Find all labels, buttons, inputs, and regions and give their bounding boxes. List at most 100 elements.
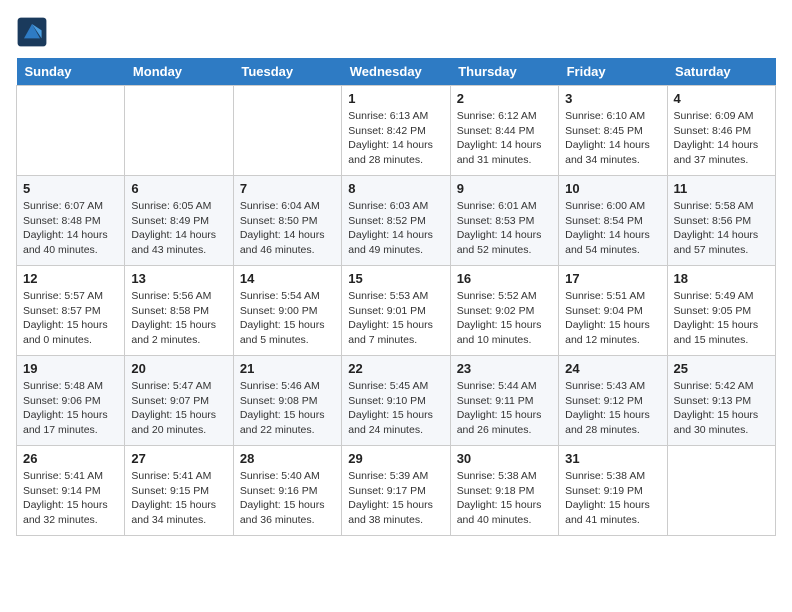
day-number: 22 xyxy=(348,361,443,376)
day-header-monday: Monday xyxy=(125,58,233,86)
day-header-sunday: Sunday xyxy=(17,58,125,86)
day-number: 4 xyxy=(674,91,769,106)
calendar-cell: 6 Sunrise: 6:05 AMSunset: 8:49 PMDaylight… xyxy=(125,176,233,266)
calendar-cell: 16 Sunrise: 5:52 AMSunset: 9:02 PMDayligh… xyxy=(450,266,558,356)
day-number: 2 xyxy=(457,91,552,106)
logo-icon xyxy=(16,16,48,48)
day-header-friday: Friday xyxy=(559,58,667,86)
day-info: Sunrise: 5:52 AMSunset: 9:02 PMDaylight:… xyxy=(457,289,552,348)
day-number: 6 xyxy=(131,181,226,196)
day-info: Sunrise: 6:03 AMSunset: 8:52 PMDaylight:… xyxy=(348,199,443,258)
logo xyxy=(16,16,52,48)
calendar-week-2: 5 Sunrise: 6:07 AMSunset: 8:48 PMDaylight… xyxy=(17,176,776,266)
day-info: Sunrise: 5:48 AMSunset: 9:06 PMDaylight:… xyxy=(23,379,118,438)
calendar-cell: 10 Sunrise: 6:00 AMSunset: 8:54 PMDayligh… xyxy=(559,176,667,266)
day-info: Sunrise: 5:38 AMSunset: 9:18 PMDaylight:… xyxy=(457,469,552,528)
day-number: 5 xyxy=(23,181,118,196)
day-number: 18 xyxy=(674,271,769,286)
day-number: 11 xyxy=(674,181,769,196)
day-header-thursday: Thursday xyxy=(450,58,558,86)
calendar-cell: 15 Sunrise: 5:53 AMSunset: 9:01 PMDayligh… xyxy=(342,266,450,356)
day-number: 14 xyxy=(240,271,335,286)
day-info: Sunrise: 5:56 AMSunset: 8:58 PMDaylight:… xyxy=(131,289,226,348)
page-header xyxy=(16,16,776,48)
day-number: 10 xyxy=(565,181,660,196)
calendar-cell: 1Sunrise: 6:13 AMSunset: 8:42 PMDaylight… xyxy=(342,86,450,176)
day-info: Sunrise: 5:44 AMSunset: 9:11 PMDaylight:… xyxy=(457,379,552,438)
day-number: 15 xyxy=(348,271,443,286)
day-info: Sunrise: 6:05 AMSunset: 8:49 PMDaylight:… xyxy=(131,199,226,258)
day-info: Sunrise: 6:01 AMSunset: 8:53 PMDaylight:… xyxy=(457,199,552,258)
day-number: 28 xyxy=(240,451,335,466)
day-info: Sunrise: 5:54 AMSunset: 9:00 PMDaylight:… xyxy=(240,289,335,348)
day-header-wednesday: Wednesday xyxy=(342,58,450,86)
calendar-cell: 14 Sunrise: 5:54 AMSunset: 9:00 PMDayligh… xyxy=(233,266,341,356)
calendar-week-3: 12 Sunrise: 5:57 AMSunset: 8:57 PMDayligh… xyxy=(17,266,776,356)
day-header-tuesday: Tuesday xyxy=(233,58,341,86)
day-info: Sunrise: 5:47 AMSunset: 9:07 PMDaylight:… xyxy=(131,379,226,438)
day-info: Sunrise: 5:57 AMSunset: 8:57 PMDaylight:… xyxy=(23,289,118,348)
calendar-cell xyxy=(125,86,233,176)
day-info: Sunrise: 5:53 AMSunset: 9:01 PMDaylight:… xyxy=(348,289,443,348)
calendar-cell: 5 Sunrise: 6:07 AMSunset: 8:48 PMDaylight… xyxy=(17,176,125,266)
calendar-cell: 9 Sunrise: 6:01 AMSunset: 8:53 PMDaylight… xyxy=(450,176,558,266)
day-info: Sunrise: 5:41 AMSunset: 9:14 PMDaylight:… xyxy=(23,469,118,528)
day-number: 26 xyxy=(23,451,118,466)
day-number: 7 xyxy=(240,181,335,196)
calendar-cell: 31 Sunrise: 5:38 AMSunset: 9:19 PMDayligh… xyxy=(559,446,667,536)
calendar-cell: 23 Sunrise: 5:44 AMSunset: 9:11 PMDayligh… xyxy=(450,356,558,446)
calendar-cell: 4 Sunrise: 6:09 AMSunset: 8:46 PMDaylight… xyxy=(667,86,775,176)
day-info: Sunrise: 6:00 AMSunset: 8:54 PMDaylight:… xyxy=(565,199,660,258)
calendar-cell: 25 Sunrise: 5:42 AMSunset: 9:13 PMDayligh… xyxy=(667,356,775,446)
calendar-cell: 21 Sunrise: 5:46 AMSunset: 9:08 PMDayligh… xyxy=(233,356,341,446)
day-number: 9 xyxy=(457,181,552,196)
day-number: 31 xyxy=(565,451,660,466)
calendar-week-5: 26 Sunrise: 5:41 AMSunset: 9:14 PMDayligh… xyxy=(17,446,776,536)
calendar-cell: 11 Sunrise: 5:58 AMSunset: 8:56 PMDayligh… xyxy=(667,176,775,266)
day-number: 30 xyxy=(457,451,552,466)
day-number: 16 xyxy=(457,271,552,286)
day-info: Sunrise: 5:39 AMSunset: 9:17 PMDaylight:… xyxy=(348,469,443,528)
calendar-cell: 29 Sunrise: 5:39 AMSunset: 9:17 PMDayligh… xyxy=(342,446,450,536)
calendar-cell: 20 Sunrise: 5:47 AMSunset: 9:07 PMDayligh… xyxy=(125,356,233,446)
day-info: Sunrise: 6:10 AMSunset: 8:45 PMDaylight:… xyxy=(565,109,660,168)
day-info: Sunrise: 5:45 AMSunset: 9:10 PMDaylight:… xyxy=(348,379,443,438)
calendar-cell: 26 Sunrise: 5:41 AMSunset: 9:14 PMDayligh… xyxy=(17,446,125,536)
day-info: Sunrise: 5:40 AMSunset: 9:16 PMDaylight:… xyxy=(240,469,335,528)
day-number: 12 xyxy=(23,271,118,286)
calendar-cell: 28 Sunrise: 5:40 AMSunset: 9:16 PMDayligh… xyxy=(233,446,341,536)
day-number: 29 xyxy=(348,451,443,466)
day-number: 25 xyxy=(674,361,769,376)
calendar-table: SundayMondayTuesdayWednesdayThursdayFrid… xyxy=(16,58,776,536)
day-info: Sunrise: 6:13 AMSunset: 8:42 PMDaylight:… xyxy=(348,109,443,168)
calendar-cell: 8 Sunrise: 6:03 AMSunset: 8:52 PMDaylight… xyxy=(342,176,450,266)
day-info: Sunrise: 5:38 AMSunset: 9:19 PMDaylight:… xyxy=(565,469,660,528)
calendar-cell: 12 Sunrise: 5:57 AMSunset: 8:57 PMDayligh… xyxy=(17,266,125,356)
calendar-cell: 13Sunrise: 5:56 AMSunset: 8:58 PMDayligh… xyxy=(125,266,233,356)
calendar-cell: 24 Sunrise: 5:43 AMSunset: 9:12 PMDayligh… xyxy=(559,356,667,446)
day-info: Sunrise: 5:43 AMSunset: 9:12 PMDaylight:… xyxy=(565,379,660,438)
day-info: Sunrise: 5:58 AMSunset: 8:56 PMDaylight:… xyxy=(674,199,769,258)
calendar-cell: 22 Sunrise: 5:45 AMSunset: 9:10 PMDayligh… xyxy=(342,356,450,446)
day-number: 3 xyxy=(565,91,660,106)
calendar-week-4: 19Sunrise: 5:48 AMSunset: 9:06 PMDayligh… xyxy=(17,356,776,446)
day-number: 8 xyxy=(348,181,443,196)
day-info: Sunrise: 5:41 AMSunset: 9:15 PMDaylight:… xyxy=(131,469,226,528)
day-number: 23 xyxy=(457,361,552,376)
day-header-saturday: Saturday xyxy=(667,58,775,86)
day-info: Sunrise: 6:12 AMSunset: 8:44 PMDaylight:… xyxy=(457,109,552,168)
day-number: 21 xyxy=(240,361,335,376)
day-info: Sunrise: 5:51 AMSunset: 9:04 PMDaylight:… xyxy=(565,289,660,348)
day-number: 24 xyxy=(565,361,660,376)
calendar-cell: 27Sunrise: 5:41 AMSunset: 9:15 PMDayligh… xyxy=(125,446,233,536)
calendar-cell: 3 Sunrise: 6:10 AMSunset: 8:45 PMDaylight… xyxy=(559,86,667,176)
day-info: Sunrise: 5:42 AMSunset: 9:13 PMDaylight:… xyxy=(674,379,769,438)
calendar-week-1: 1Sunrise: 6:13 AMSunset: 8:42 PMDaylight… xyxy=(17,86,776,176)
day-info: Sunrise: 6:07 AMSunset: 8:48 PMDaylight:… xyxy=(23,199,118,258)
day-info: Sunrise: 6:09 AMSunset: 8:46 PMDaylight:… xyxy=(674,109,769,168)
calendar-cell xyxy=(667,446,775,536)
day-number: 20 xyxy=(131,361,226,376)
calendar-cell: 30 Sunrise: 5:38 AMSunset: 9:18 PMDayligh… xyxy=(450,446,558,536)
day-info: Sunrise: 5:46 AMSunset: 9:08 PMDaylight:… xyxy=(240,379,335,438)
calendar-cell: 2 Sunrise: 6:12 AMSunset: 8:44 PMDaylight… xyxy=(450,86,558,176)
